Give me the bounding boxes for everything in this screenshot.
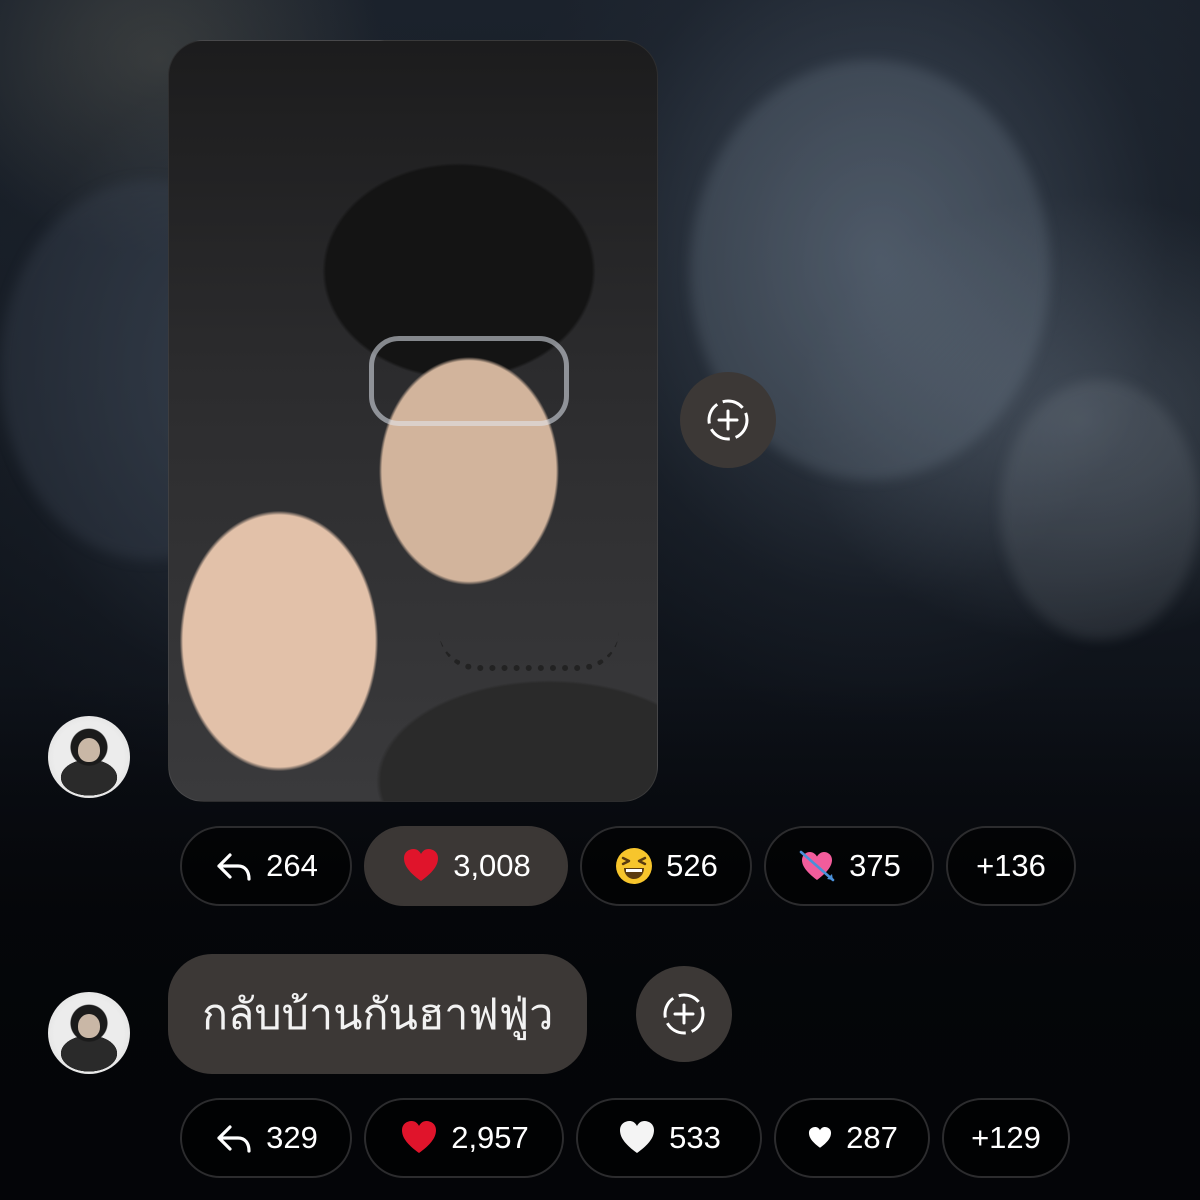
reply-icon [214,846,254,886]
add-reaction-icon [707,399,749,441]
reaction-count: 375 [849,848,901,883]
more-reactions-count: +136 [976,848,1046,883]
reaction-count: 526 [666,848,718,883]
sender-avatar[interactable] [48,716,130,798]
more-reactions-button[interactable]: +136 [946,826,1076,906]
white-heart-icon [617,1118,657,1158]
more-reactions-button[interactable]: +129 [942,1098,1070,1178]
red-heart-icon [401,846,441,886]
reaction-button[interactable]: 2,957 [364,1098,564,1178]
reaction-count: 2,957 [451,1120,529,1155]
message-text: กลับบ้านกันฮาฟฟู่ว [202,990,554,1040]
reaction-button[interactable]: 287 [774,1098,930,1178]
red-heart-icon [399,1118,439,1158]
add-reaction-button[interactable] [680,372,776,468]
small-white-heart-icon [806,1118,834,1158]
reaction-bar: 264 3,008 526 375 +136 [180,826,1076,906]
text-message-bubble[interactable]: กลับบ้านกันฮาฟฟู่ว [168,954,588,1074]
reply-icon [214,1118,254,1158]
reaction-count: 3,008 [453,848,531,883]
reply-count-button[interactable]: 329 [180,1098,352,1178]
heart-with-arrow-icon [797,846,837,886]
grinning-squinting-face-icon [614,846,654,886]
add-reaction-button[interactable] [636,966,732,1062]
reaction-count: 287 [846,1120,898,1155]
reaction-button[interactable]: 526 [580,826,752,906]
photo-glasses-detail [369,336,569,426]
reaction-bar: 329 2,957 533 287 +129 [180,1098,1070,1178]
reaction-button[interactable]: 375 [764,826,934,906]
photo-message[interactable] [168,40,658,802]
background-figure-shape [1000,380,1200,640]
reaction-button[interactable]: 3,008 [364,826,568,906]
reaction-button[interactable]: 533 [576,1098,762,1178]
reply-count-button[interactable]: 264 [180,826,352,906]
reply-count: 329 [266,1120,318,1155]
more-reactions-count: +129 [971,1120,1041,1155]
reaction-count: 533 [669,1120,721,1155]
reply-count: 264 [266,848,318,883]
add-reaction-icon [663,993,705,1035]
sender-avatar[interactable] [48,992,130,1074]
photo-necklace-detail [439,631,619,671]
